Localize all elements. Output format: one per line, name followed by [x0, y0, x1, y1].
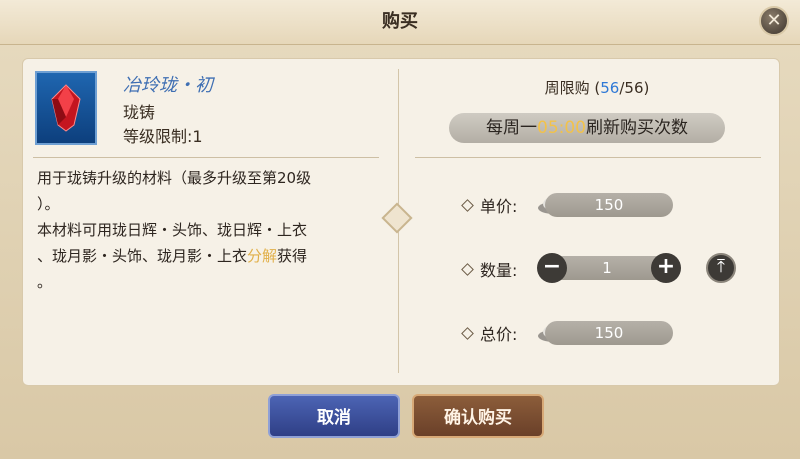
diamond-ornament-icon — [381, 202, 413, 234]
total-price-value: 150 — [545, 321, 673, 345]
purchase-dialog: 购买 ✕ 冶玲珑・初 珑铸 等级限制:1 用于珑铸升级的材料（最多升级至第20级… — [0, 0, 800, 459]
desc-highlight: 分解 — [247, 247, 278, 265]
refresh-suffix: 刷新购买次数 — [586, 118, 688, 138]
bullet-icon — [461, 327, 474, 340]
unit-price-value: 150 — [545, 193, 673, 217]
close-icon: ✕ — [766, 10, 782, 31]
weekly-remaining: 56 — [600, 79, 620, 97]
item-name: 冶玲珑・初 — [123, 75, 213, 96]
desc-line: 。 — [37, 273, 53, 291]
close-button[interactable]: ✕ — [759, 6, 789, 36]
total-label: 总价: — [461, 321, 518, 345]
item-level-requirement: 等级限制:1 — [123, 127, 203, 146]
cancel-button[interactable]: 取消 — [268, 394, 400, 438]
content-panel: 冶玲珑・初 珑铸 等级限制:1 用于珑铸升级的材料（最多升级至第20级 ）。 本… — [22, 58, 780, 386]
unit-price-text: 单价: — [480, 197, 518, 216]
desc-text: 获得 — [277, 247, 308, 265]
title-bar: 购买 — [0, 0, 800, 45]
dialog-title: 购买 — [382, 11, 418, 32]
max-quantity-button[interactable]: ⤒ — [706, 253, 736, 283]
refresh-time: 05:00 — [537, 118, 586, 138]
desc-line: 用于珑铸升级的材料（最多升级至第20级 — [37, 169, 312, 187]
refresh-info: 每周一05:00刷新购买次数 — [449, 113, 725, 143]
right-divider — [415, 157, 761, 158]
weekly-limit: 周限购 (56/56) — [417, 77, 777, 98]
desc-line: ）。 — [37, 195, 60, 213]
bullet-icon — [461, 263, 474, 276]
confirm-purchase-button[interactable]: 确认购买 — [412, 394, 544, 438]
quantity-label: 数量: — [461, 257, 518, 281]
decrease-button[interactable]: − — [537, 253, 567, 283]
desc-line: 、珑月影・头饰、珑月影・上衣分解获得 — [37, 243, 382, 269]
increase-button[interactable]: + — [651, 253, 681, 283]
total-text: 总价: — [480, 325, 518, 344]
refresh-prefix: 每周一 — [486, 118, 537, 138]
plus-icon: + — [656, 254, 676, 279]
desc-text: 、珑月影・头饰、珑月影・上衣 — [37, 247, 248, 265]
item-type: 珑铸 — [123, 103, 156, 122]
minus-icon: − — [542, 254, 562, 279]
weekly-label: 周限购 ( — [544, 79, 601, 97]
desc-line: 本材料可用珑日辉・头饰、珑日辉・上衣 — [37, 221, 308, 239]
max-arrow-icon: ⤒ — [717, 256, 725, 277]
item-icon-frame — [35, 71, 97, 145]
quantity-text: 数量: — [480, 261, 518, 280]
weekly-total: 56 — [624, 79, 644, 97]
unit-price-label: 单价: — [461, 193, 518, 217]
red-gem-icon — [51, 84, 81, 132]
left-divider — [33, 157, 379, 158]
bullet-icon — [461, 199, 474, 212]
item-description: 用于珑铸升级的材料（最多升级至第20级 ）。 本材料可用珑日辉・头饰、珑日辉・上… — [37, 165, 382, 295]
weekly-suffix: ) — [643, 79, 650, 97]
